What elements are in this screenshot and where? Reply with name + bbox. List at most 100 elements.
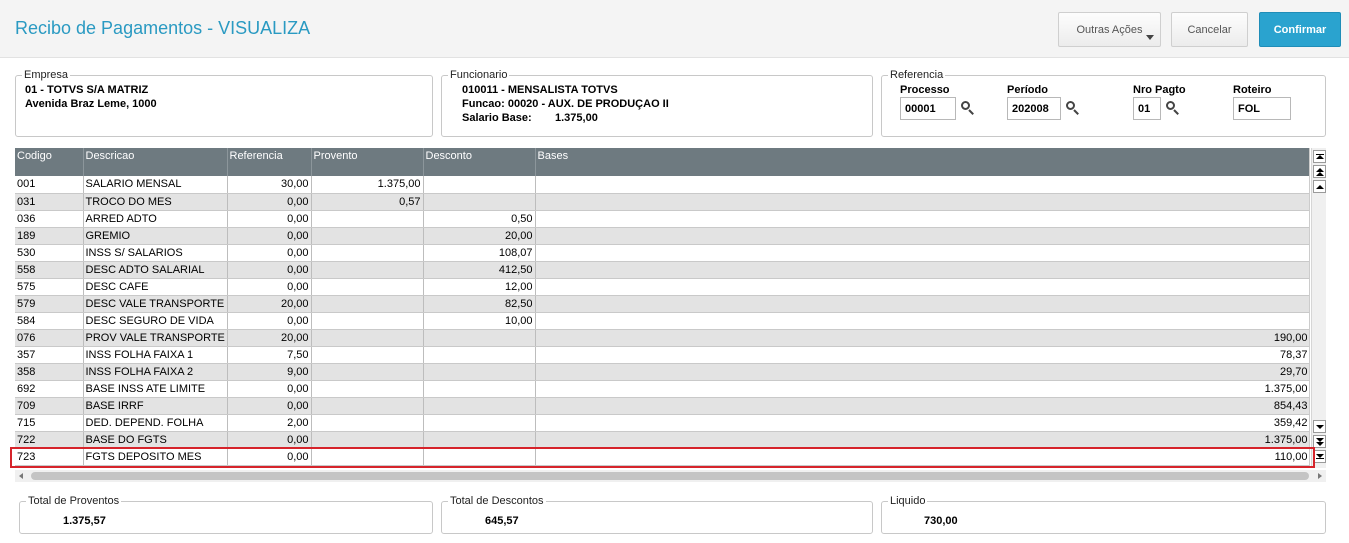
roteiro-label: Roteiro (1233, 84, 1272, 96)
table-cell-referencia: 0,00 (227, 278, 312, 296)
column-header-bases[interactable]: Bases (535, 148, 1309, 176)
periodo-field[interactable]: 202008 (1007, 97, 1061, 120)
table-row[interactable]: 530 INSS S/ SALARIOS 0,00 108,07 (15, 244, 1309, 262)
roteiro-field[interactable]: FOL (1233, 97, 1291, 120)
table-cell-codigo: 579 (15, 295, 84, 313)
table-cell-provento (311, 244, 424, 262)
outras-acoes-button[interactable]: Outras Ações (1058, 12, 1161, 47)
table-row[interactable]: 692 BASE INSS ATE LIMITE 0,00 1.375,00 (15, 380, 1309, 398)
column-header-descricao[interactable]: Descricao (83, 148, 228, 176)
table-cell-referencia: 0,00 (227, 193, 312, 211)
table-cell-desconto (423, 380, 536, 398)
table-cell-desconto (423, 397, 536, 415)
column-header-desconto[interactable]: Desconto (423, 148, 536, 176)
table-cell-referencia: 9,00 (227, 363, 312, 381)
column-header-provento[interactable]: Provento (311, 148, 424, 176)
table-cell-bases: 359,42 (535, 414, 1309, 432)
salario-base-value: 1.375,00 (555, 112, 598, 124)
liquido-label: Liquido (890, 495, 926, 507)
table-cell-codigo: 575 (15, 278, 84, 296)
lancamentos-table: Codigo Descricao Referencia Provento Des… (15, 148, 1309, 466)
nro-pagto-field[interactable]: 01 (1133, 97, 1161, 120)
table-cell-descricao: INSS S/ SALARIOS (83, 244, 228, 262)
table-cell-codigo: 530 (15, 244, 84, 262)
cancel-button[interactable]: Cancelar (1171, 12, 1248, 47)
selected-row-highlight (10, 447, 1315, 468)
table-cell-referencia: 0,00 (227, 431, 312, 449)
total-proventos-value: 1.375,57 (63, 515, 106, 527)
table-row[interactable]: 722 BASE DO FGTS 0,00 1.375,00 (15, 431, 1309, 449)
table-cell-desconto (423, 363, 536, 381)
table-cell-bases (535, 227, 1309, 245)
table-row[interactable]: 558 DESC ADTO SALARIAL 0,00 412,50 (15, 261, 1309, 279)
table-cell-descricao: PROV VALE TRANSPORTE (83, 329, 228, 347)
table-row[interactable]: 076 PROV VALE TRANSPORTE 20,00 190,00 (15, 329, 1309, 347)
confirm-button[interactable]: Confirmar (1259, 12, 1341, 47)
table-cell-codigo: 709 (15, 397, 84, 415)
table-cell-desconto: 10,00 (423, 312, 536, 330)
header-bar: Recibo de Pagamentos - VISUALIZA Outras … (0, 0, 1349, 58)
table-cell-codigo: 558 (15, 261, 84, 279)
table-row[interactable]: 031 TROCO DO MES 0,00 0,57 (15, 193, 1309, 211)
horizontal-scroll-thumb[interactable] (31, 472, 1309, 480)
table-cell-provento (311, 329, 424, 347)
table-cell-codigo: 584 (15, 312, 84, 330)
table-cell-provento (311, 278, 424, 296)
table-row[interactable]: 001 SALARIO MENSAL 30,00 1.375,00 (15, 176, 1309, 194)
table-row[interactable]: 189 GREMIO 0,00 20,00 (15, 227, 1309, 245)
table-row[interactable]: 715 DED. DEPEND. FOLHA 2,00 359,42 (15, 414, 1309, 432)
scroll-top-icon[interactable] (1313, 150, 1326, 163)
table-cell-codigo: 715 (15, 414, 84, 432)
table-row[interactable]: 575 DESC CAFE 0,00 12,00 (15, 278, 1309, 296)
table-cell-desconto: 20,00 (423, 227, 536, 245)
table-cell-codigo: 189 (15, 227, 84, 245)
table-cell-bases (535, 312, 1309, 330)
column-header-codigo[interactable]: Codigo (15, 148, 84, 176)
table-cell-provento (311, 346, 424, 364)
table-cell-provento (311, 295, 424, 313)
table-cell-descricao: DESC CAFE (83, 278, 228, 296)
table-cell-provento: 1.375,00 (311, 176, 424, 194)
table-row[interactable]: 036 ARRED ADTO 0,00 0,50 (15, 210, 1309, 228)
total-descontos-value: 645,57 (485, 515, 519, 527)
funcionario-legend: Funcionario (450, 69, 508, 81)
funcionario-funcao: Funcao: 00020 - AUX. DE PRODUÇAO II (462, 98, 669, 110)
table-cell-descricao: DESC VALE TRANSPORTE (83, 295, 228, 313)
nro-pagto-search-icon[interactable] (1166, 101, 1180, 115)
vertical-scrollbar[interactable] (1311, 148, 1326, 468)
scroll-right-icon[interactable] (1318, 473, 1322, 479)
table-cell-provento (311, 312, 424, 330)
scroll-page-up-icon[interactable] (1313, 165, 1326, 178)
lancamentos-grid[interactable]: Codigo Descricao Referencia Provento Des… (15, 148, 1310, 468)
scroll-up-icon[interactable] (1313, 180, 1326, 193)
table-cell-referencia: 2,00 (227, 414, 312, 432)
periodo-search-icon[interactable] (1066, 101, 1080, 115)
table-cell-desconto: 82,50 (423, 295, 536, 313)
table-cell-codigo: 692 (15, 380, 84, 398)
table-cell-referencia: 0,00 (227, 397, 312, 415)
table-row[interactable]: 358 INSS FOLHA FAIXA 2 9,00 29,70 (15, 363, 1309, 381)
table-cell-codigo: 722 (15, 431, 84, 449)
table-row[interactable]: 357 INSS FOLHA FAIXA 1 7,50 78,37 (15, 346, 1309, 364)
salario-base-label: Salario Base: (462, 112, 532, 124)
processo-field[interactable]: 00001 (900, 97, 956, 120)
table-cell-desconto (423, 329, 536, 347)
processo-search-icon[interactable] (961, 101, 975, 115)
scroll-down-icon[interactable] (1313, 420, 1326, 433)
table-row[interactable]: 579 DESC VALE TRANSPORTE 20,00 82,50 (15, 295, 1309, 313)
table-cell-referencia: 20,00 (227, 295, 312, 313)
table-cell-referencia: 7,50 (227, 346, 312, 364)
scroll-left-icon[interactable] (19, 473, 23, 479)
table-row[interactable]: 709 BASE IRRF 0,00 854,43 (15, 397, 1309, 415)
horizontal-scrollbar[interactable] (15, 470, 1326, 482)
table-cell-desconto (423, 414, 536, 432)
table-row[interactable]: 584 DESC SEGURO DE VIDA 0,00 10,00 (15, 312, 1309, 330)
empresa-legend: Empresa (24, 69, 69, 81)
table-cell-referencia: 0,00 (227, 312, 312, 330)
nro-pagto-label: Nro Pagto (1133, 84, 1186, 96)
total-descontos-label: Total de Descontos (450, 495, 544, 507)
table-cell-provento (311, 397, 424, 415)
table-cell-desconto: 12,00 (423, 278, 536, 296)
column-header-referencia[interactable]: Referencia (227, 148, 312, 176)
table-cell-codigo: 358 (15, 363, 84, 381)
